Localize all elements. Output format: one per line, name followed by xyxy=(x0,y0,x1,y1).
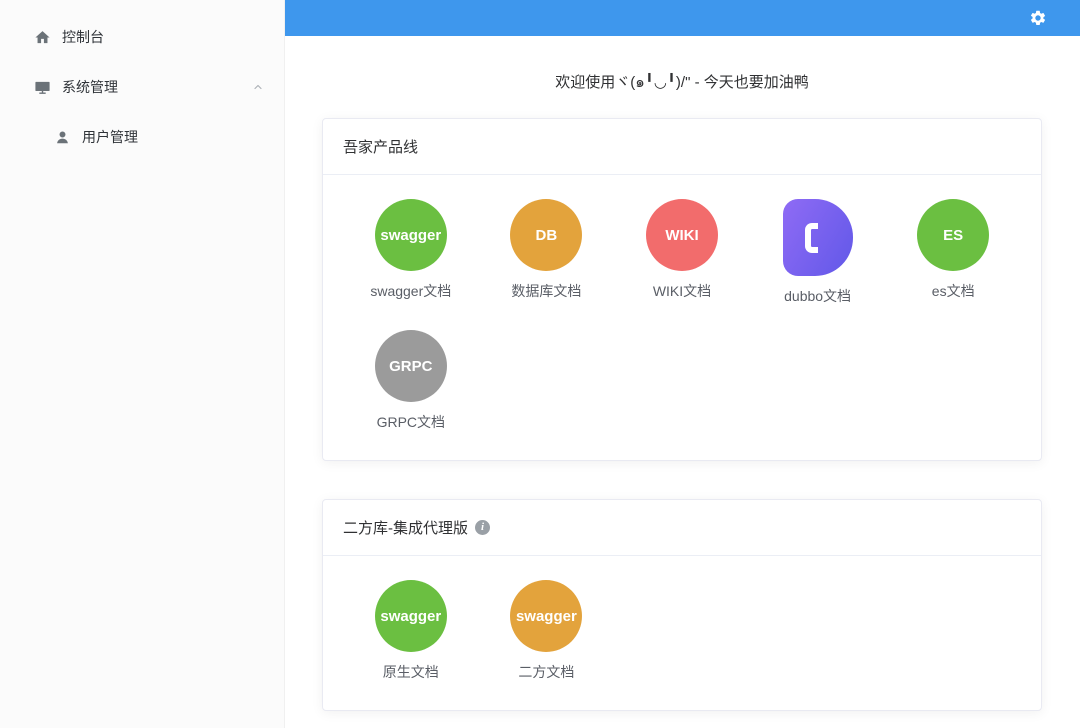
product-label: 原生文档 xyxy=(383,662,439,682)
monitor-icon xyxy=(34,79,51,96)
sidebar-item-label: 控制台 xyxy=(62,27,104,47)
welcome-text: 欢迎使用ヾ(๑╹◡╹)/" - 今天也要加油鸭 xyxy=(322,70,1042,94)
info-icon[interactable]: i xyxy=(475,520,490,535)
main-area: 欢迎使用ヾ(๑╹◡╹)/" - 今天也要加油鸭 吾家产品线swaggerswag… xyxy=(285,0,1080,728)
user-icon xyxy=(54,129,71,146)
product-label: es文档 xyxy=(932,281,975,301)
sidebar-item-user-management[interactable]: 用户管理 xyxy=(0,112,284,162)
sidebar-item-label: 系统管理 xyxy=(62,77,118,97)
product-item[interactable]: dubbo文档 xyxy=(750,199,886,306)
card-0: 吾家产品线 swagger swagger文档 DB 数据库文档 WIKI WIKI文档 du… xyxy=(322,118,1042,461)
product-badge: ES xyxy=(917,199,989,271)
product-label: GRPC文档 xyxy=(377,412,445,432)
sidebar: 控制台系统管理用户管理 xyxy=(0,0,285,728)
product-item[interactable]: WIKI WIKI文档 xyxy=(614,199,750,306)
sidebar-item-label: 用户管理 xyxy=(82,127,138,147)
product-badge: DB xyxy=(510,199,582,271)
content: 欢迎使用ヾ(๑╹◡╹)/" - 今天也要加油鸭 吾家产品线swaggerswag… xyxy=(285,36,1080,728)
product-item[interactable]: GRPC GRPC文档 xyxy=(343,330,479,432)
sidebar-nav: 控制台系统管理用户管理 xyxy=(0,12,284,162)
product-item[interactable]: DB 数据库文档 xyxy=(479,199,615,306)
product-label: dubbo文档 xyxy=(784,286,851,306)
sidebar-item-console[interactable]: 控制台 xyxy=(0,12,284,62)
cards-root: 吾家产品线 swagger swagger文档 DB 数据库文档 WIKI WIKI文档 du… xyxy=(322,118,1042,711)
product-badge xyxy=(783,199,853,276)
product-badge: GRPC xyxy=(375,330,447,402)
product-label: WIKI文档 xyxy=(653,281,711,301)
card-body: swagger 原生文档 swagger 二方文档 xyxy=(323,556,1041,710)
topbar xyxy=(285,0,1080,36)
product-badge: swagger xyxy=(375,199,447,271)
card-title: 二方库-集成代理版 i xyxy=(323,500,1041,556)
product-item[interactable]: swagger swagger文档 xyxy=(343,199,479,306)
product-badge: swagger xyxy=(375,580,447,652)
product-item[interactable]: swagger 二方文档 xyxy=(479,580,615,682)
chevron-up-icon xyxy=(252,81,264,93)
bracket-glyph xyxy=(805,223,818,253)
card-title-text: 吾家产品线 xyxy=(343,136,418,157)
sidebar-item-system-management[interactable]: 系统管理 xyxy=(0,62,284,112)
card-1: 二方库-集成代理版 i swagger 原生文档 swagger 二方文档 xyxy=(322,499,1042,711)
gear-icon[interactable] xyxy=(1029,9,1047,27)
card-title: 吾家产品线 xyxy=(323,119,1041,175)
product-badge: WIKI xyxy=(646,199,718,271)
product-label: 数据库文档 xyxy=(511,281,581,301)
product-item[interactable]: ES es文档 xyxy=(885,199,1021,306)
card-title-text: 二方库-集成代理版 xyxy=(343,517,468,538)
home-icon xyxy=(34,29,51,46)
card-body: swagger swagger文档 DB 数据库文档 WIKI WIKI文档 dubbo文档… xyxy=(323,175,1041,460)
product-label: swagger文档 xyxy=(370,281,451,301)
product-item[interactable]: swagger 原生文档 xyxy=(343,580,479,682)
product-label: 二方文档 xyxy=(518,662,574,682)
product-badge: swagger xyxy=(510,580,582,652)
